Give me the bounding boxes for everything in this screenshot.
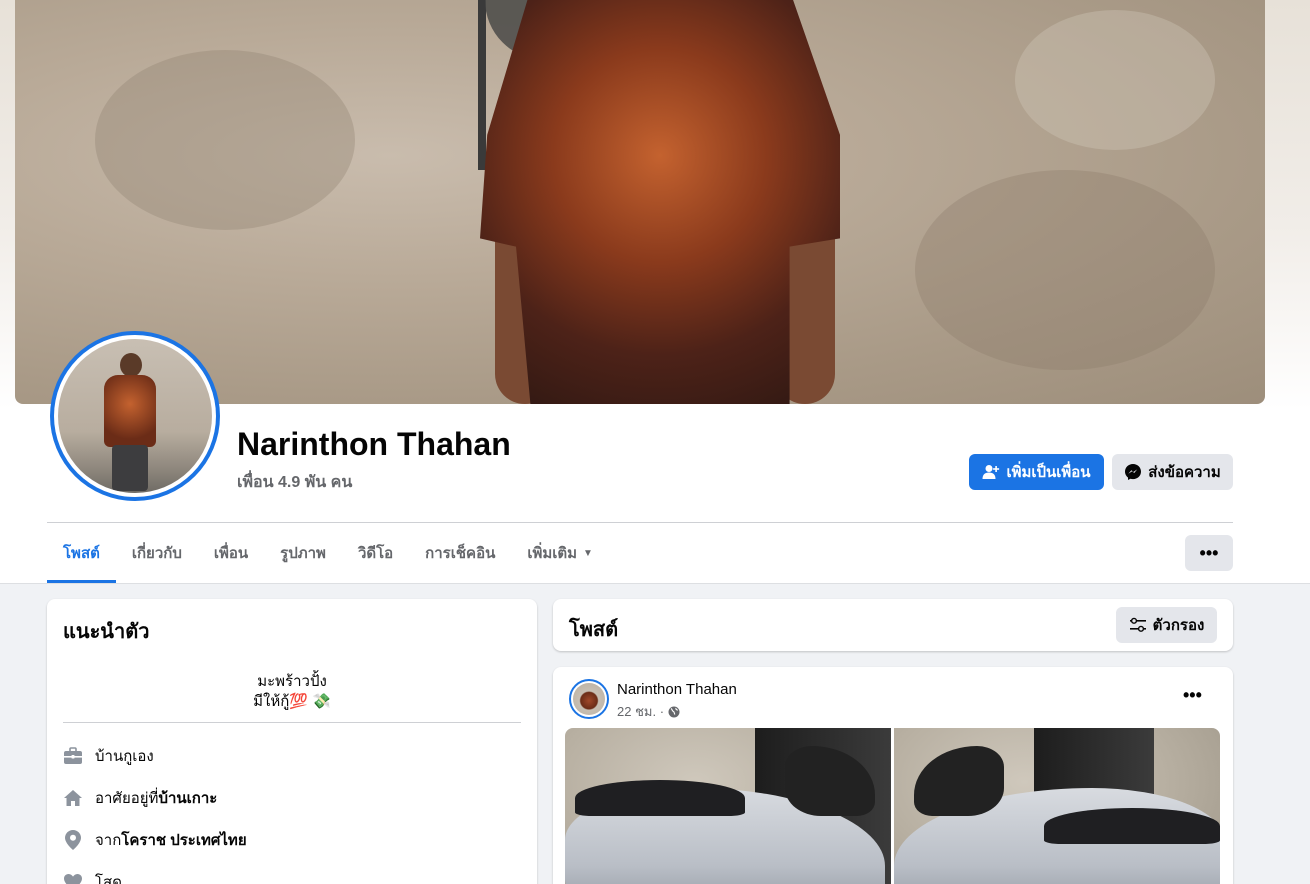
post-card: Narinthon Thahan 22 ชม. · ••• (553, 667, 1233, 884)
bio-line: มะพร้าวปั้ง (257, 673, 327, 690)
bio-line: มีให้กู้💯 💸 (253, 693, 331, 710)
tab-label: โพสต์ (63, 545, 100, 562)
intro-title: แนะนำตัว (63, 621, 150, 643)
message-button[interactable]: ส่งข้อความ (1112, 454, 1233, 490)
filter-label: ตัวกรอง (1152, 617, 1205, 634)
post-photo[interactable] (894, 728, 1220, 884)
cover-texture (915, 170, 1215, 370)
intro-item-lives-in: อาศัยอยู่ที่ บ้านเกาะ (63, 786, 217, 810)
tab-videos[interactable]: วิดีโอ (342, 523, 409, 583)
cover-texture (1015, 10, 1215, 150)
caret-down-icon: ▼ (583, 547, 593, 559)
tab-posts[interactable]: โพสต์ (47, 523, 116, 583)
profile-avatar[interactable] (50, 331, 220, 501)
briefcase-icon (63, 746, 83, 766)
intro-item-text: บ้านกูเอง (95, 748, 154, 765)
avatar-border (54, 335, 216, 497)
post-author-avatar[interactable] (569, 679, 609, 719)
intro-item-link[interactable]: โคราช ประเทศไทย (121, 828, 246, 852)
posts-title: โพสต์ (569, 619, 619, 641)
tab-label: วิดีโอ (357, 545, 394, 562)
post-more-button[interactable]: ••• (1183, 685, 1202, 706)
tab-label: รูปภาพ (280, 545, 326, 562)
tab-label: เกี่ยวกับ (131, 545, 182, 562)
post-photo[interactable] (565, 728, 891, 884)
tab-label: เพิ่มเติม (527, 545, 578, 562)
tab-photos[interactable]: รูปภาพ (264, 523, 342, 583)
avatar-legs (112, 445, 148, 491)
add-friend-icon (982, 465, 1000, 479)
location-pin-icon (63, 830, 83, 850)
avatar-head (120, 353, 142, 377)
profile-tabs: โพสต์ เกี่ยวกับ เพื่อน รูปภาพ วิดีโอ การ… (47, 523, 609, 583)
heart-icon (63, 872, 83, 884)
tab-friends[interactable]: เพื่อน (198, 523, 264, 583)
cover-person-shirt (480, 0, 840, 404)
cover-photo[interactable] (15, 0, 1265, 404)
profile-name: Narinthon Thahan (237, 426, 511, 462)
bio-divider (63, 722, 521, 723)
cover-lamp-pole (478, 0, 486, 170)
intro-item-text: อาศัยอยู่ที่ (95, 790, 159, 807)
avatar-photo (58, 339, 212, 493)
intro-item-link[interactable]: บ้านเกาะ (158, 786, 217, 810)
cover-texture (95, 50, 355, 230)
intro-item-from: จาก โคราช ประเทศไทย (63, 828, 247, 852)
scooter-seat (575, 780, 745, 816)
message-label: ส่งข้อความ (1148, 464, 1221, 481)
tab-checkins[interactable]: การเช็คอิน (409, 523, 511, 583)
tab-label: การเช็คอิน (425, 545, 496, 562)
home-icon (63, 788, 83, 808)
add-friend-button[interactable]: เพิ่มเป็นเพื่อน (969, 454, 1104, 490)
post-avatar-photo (573, 683, 605, 715)
messenger-icon (1125, 464, 1142, 480)
post-meta: 22 ชม. · (617, 701, 680, 722)
friends-count[interactable]: เพื่อน 4.9 พัน คน (237, 470, 352, 495)
tab-label: เพื่อน (213, 545, 249, 562)
intro-item-work: บ้านกูเอง (63, 744, 154, 768)
add-friend-label: เพิ่มเป็นเพื่อน (1006, 464, 1091, 481)
globe-icon (668, 706, 680, 717)
header-bottom-border (0, 583, 1310, 584)
scooter-seat (1044, 808, 1220, 844)
intro-item-relationship: โสด (63, 870, 122, 884)
post-author-name[interactable]: Narinthon Thahan (617, 681, 737, 698)
intro-item-text: โสด (95, 874, 122, 884)
profile-header: Narinthon Thahan เพื่อน 4.9 พัน คน เพิ่ม… (0, 0, 1310, 584)
filter-button[interactable]: ตัวกรอง (1116, 607, 1217, 643)
intro-bio: มะพร้าวปั้ง มีให้กู้💯 💸 (63, 672, 521, 712)
post-timestamp[interactable]: 22 ชม. · (617, 701, 664, 722)
more-options-button[interactable]: ••• (1185, 535, 1233, 571)
intro-item-text: จาก (95, 832, 122, 849)
tab-about[interactable]: เกี่ยวกับ (116, 523, 198, 583)
avatar-body (104, 375, 156, 447)
filter-icon (1129, 617, 1146, 632)
tab-more[interactable]: เพิ่มเติม ▼ (511, 523, 609, 583)
